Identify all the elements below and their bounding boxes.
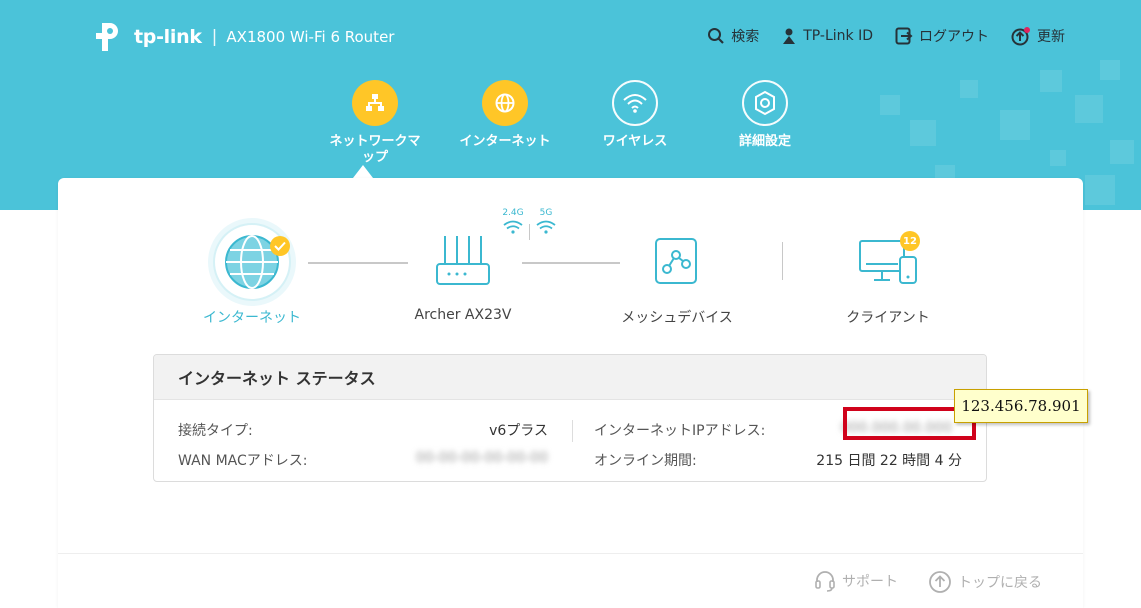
top-links: 検索 TP-Link ID ログアウト 更新	[685, 26, 1065, 46]
globe-icon	[495, 93, 515, 113]
client-count-badge: 12	[900, 231, 920, 251]
connector-line	[522, 262, 620, 264]
user-icon	[783, 28, 796, 44]
mesh-device-label: メッシュデバイス	[621, 310, 733, 326]
search-link[interactable]: 検索	[707, 26, 759, 46]
arrow-up-circle-icon	[929, 571, 951, 593]
headset-icon	[815, 571, 835, 592]
tab-internet[interactable]: インターネット	[440, 80, 570, 166]
brand-name: tp-link	[134, 26, 202, 48]
network-map-card: インターネット Archer AX23V 2.4G 5G メッシュデバイス 12…	[58, 178, 1088, 608]
router-node[interactable]	[433, 234, 493, 290]
active-tab-caret	[353, 165, 373, 178]
tp-link-logo-icon	[96, 23, 118, 51]
band-5g: 5G	[534, 208, 558, 234]
topology-diagram: インターネット Archer AX23V 2.4G 5G メッシュデバイス 12…	[58, 178, 1083, 348]
router-label: Archer AX23V	[414, 307, 512, 323]
router-icon	[436, 236, 490, 285]
tplink-id-link[interactable]: TP-Link ID	[781, 27, 873, 45]
footer: サポート トップに戻る	[58, 553, 1083, 608]
wifi-icon	[503, 220, 523, 234]
update-icon	[1011, 27, 1030, 46]
column-divider	[572, 420, 573, 442]
wan-mac-label: WAN MACアドレス:	[178, 453, 308, 469]
uptime-value: 215 日間 22 時間 4 分	[816, 453, 962, 469]
logout-icon	[895, 27, 913, 45]
tab-advanced[interactable]: 詳細設定	[700, 80, 830, 166]
tab-network-map[interactable]: ネットワークマップ	[310, 80, 440, 166]
search-icon	[708, 28, 724, 44]
update-link[interactable]: 更新	[1011, 26, 1065, 46]
band-24g: 2.4G	[501, 208, 525, 234]
clients-label: クライアント	[846, 310, 930, 326]
brand-logo[interactable]: tp-link | AX1800 Wi-Fi 6 Router	[92, 18, 394, 56]
tab-wireless[interactable]: ワイヤレス	[570, 80, 700, 166]
status-title: インターネット ステータス	[154, 355, 986, 400]
ip-callout-tooltip: 123.456.78.901	[954, 389, 1088, 423]
connected-check-icon	[270, 236, 290, 256]
connector-line	[308, 262, 408, 264]
internet-ip-label: インターネットIPアドレス:	[594, 423, 766, 439]
mesh-device-node[interactable]	[654, 237, 698, 285]
main-nav: ネットワークマップ インターネット ワイヤレス 詳細設定	[310, 80, 830, 166]
internet-node[interactable]	[208, 218, 296, 306]
wifi-icon	[536, 220, 556, 234]
internet-label: インターネット	[203, 310, 301, 326]
back-to-top-link[interactable]: トップに戻る	[928, 570, 1042, 594]
gear-icon	[755, 90, 775, 116]
wan-mac-value: 00-00-00-00-00-00	[415, 450, 548, 466]
support-link[interactable]: サポート	[814, 570, 898, 592]
divider	[782, 242, 783, 280]
connection-type-value: v6プラス	[489, 423, 548, 439]
wifi-icon	[623, 94, 647, 113]
mesh-icon	[655, 238, 697, 284]
network-map-icon	[366, 94, 384, 111]
clients-node[interactable]: 12	[858, 231, 920, 289]
logout-link[interactable]: ログアウト	[895, 26, 989, 46]
router-model: AX1800 Wi-Fi 6 Router	[226, 28, 395, 46]
uptime-label: オンライン期間:	[594, 453, 697, 469]
connection-type-label: 接続タイプ:	[178, 423, 253, 439]
